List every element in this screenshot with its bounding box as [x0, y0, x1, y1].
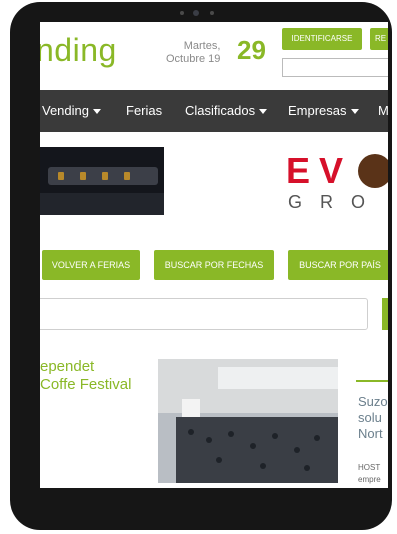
register-button[interactable]: RE	[370, 28, 388, 50]
news-excerpt: HOST empre	[358, 463, 381, 484]
event-title-link[interactable]: ependet Coffe Festival	[40, 358, 131, 394]
evo-group-text: GRO	[288, 192, 384, 212]
news-title-link[interactable]: Suzo solu Nort	[358, 394, 388, 442]
date-month: Octubre 19	[166, 53, 221, 65]
header-search-input[interactable]	[282, 58, 388, 77]
nav-item-more[interactable]: M	[378, 90, 388, 132]
tablet-frame: nding Martes, Octubre 19 29 IDENTIFICARS…	[10, 2, 392, 530]
search-submit-button[interactable]	[382, 298, 388, 330]
date-display: Martes, Octubre 19	[166, 40, 220, 66]
site-logo[interactable]: nding	[40, 32, 117, 69]
chevron-down-icon	[350, 109, 359, 115]
coffee-bean-icon	[358, 154, 388, 188]
search-by-date-button[interactable]: BUSCAR POR FECHAS	[154, 250, 274, 280]
vending-machine-banner[interactable]	[40, 147, 164, 215]
nav-item-ferias[interactable]: Ferias	[126, 90, 162, 132]
date-day-name: Martes,	[183, 40, 221, 52]
main-navbar: Vending Ferias Clasificados Empresas M	[40, 90, 388, 132]
tablet-camera	[178, 10, 228, 18]
fair-search-input[interactable]	[40, 298, 368, 330]
nav-item-empresas[interactable]: Empresas	[288, 90, 359, 132]
chevron-down-icon	[259, 109, 268, 115]
nav-item-vending[interactable]: Vending	[42, 90, 101, 132]
chevron-down-icon	[93, 109, 101, 115]
back-to-fairs-button[interactable]: VOLVER A FERIAS	[42, 250, 140, 280]
date-day-number: 29	[237, 35, 266, 65]
login-button[interactable]: IDENTIFICARSE	[282, 28, 362, 50]
event-photo[interactable]	[158, 359, 338, 483]
news-divider	[356, 380, 388, 382]
browser-viewport: nding Martes, Octubre 19 29 IDENTIFICARS…	[40, 22, 388, 488]
nav-item-clasificados[interactable]: Clasificados	[185, 90, 268, 132]
evo-logo-text: EV	[286, 150, 353, 191]
search-by-country-button[interactable]: BUSCAR POR PAÍS	[288, 250, 388, 280]
